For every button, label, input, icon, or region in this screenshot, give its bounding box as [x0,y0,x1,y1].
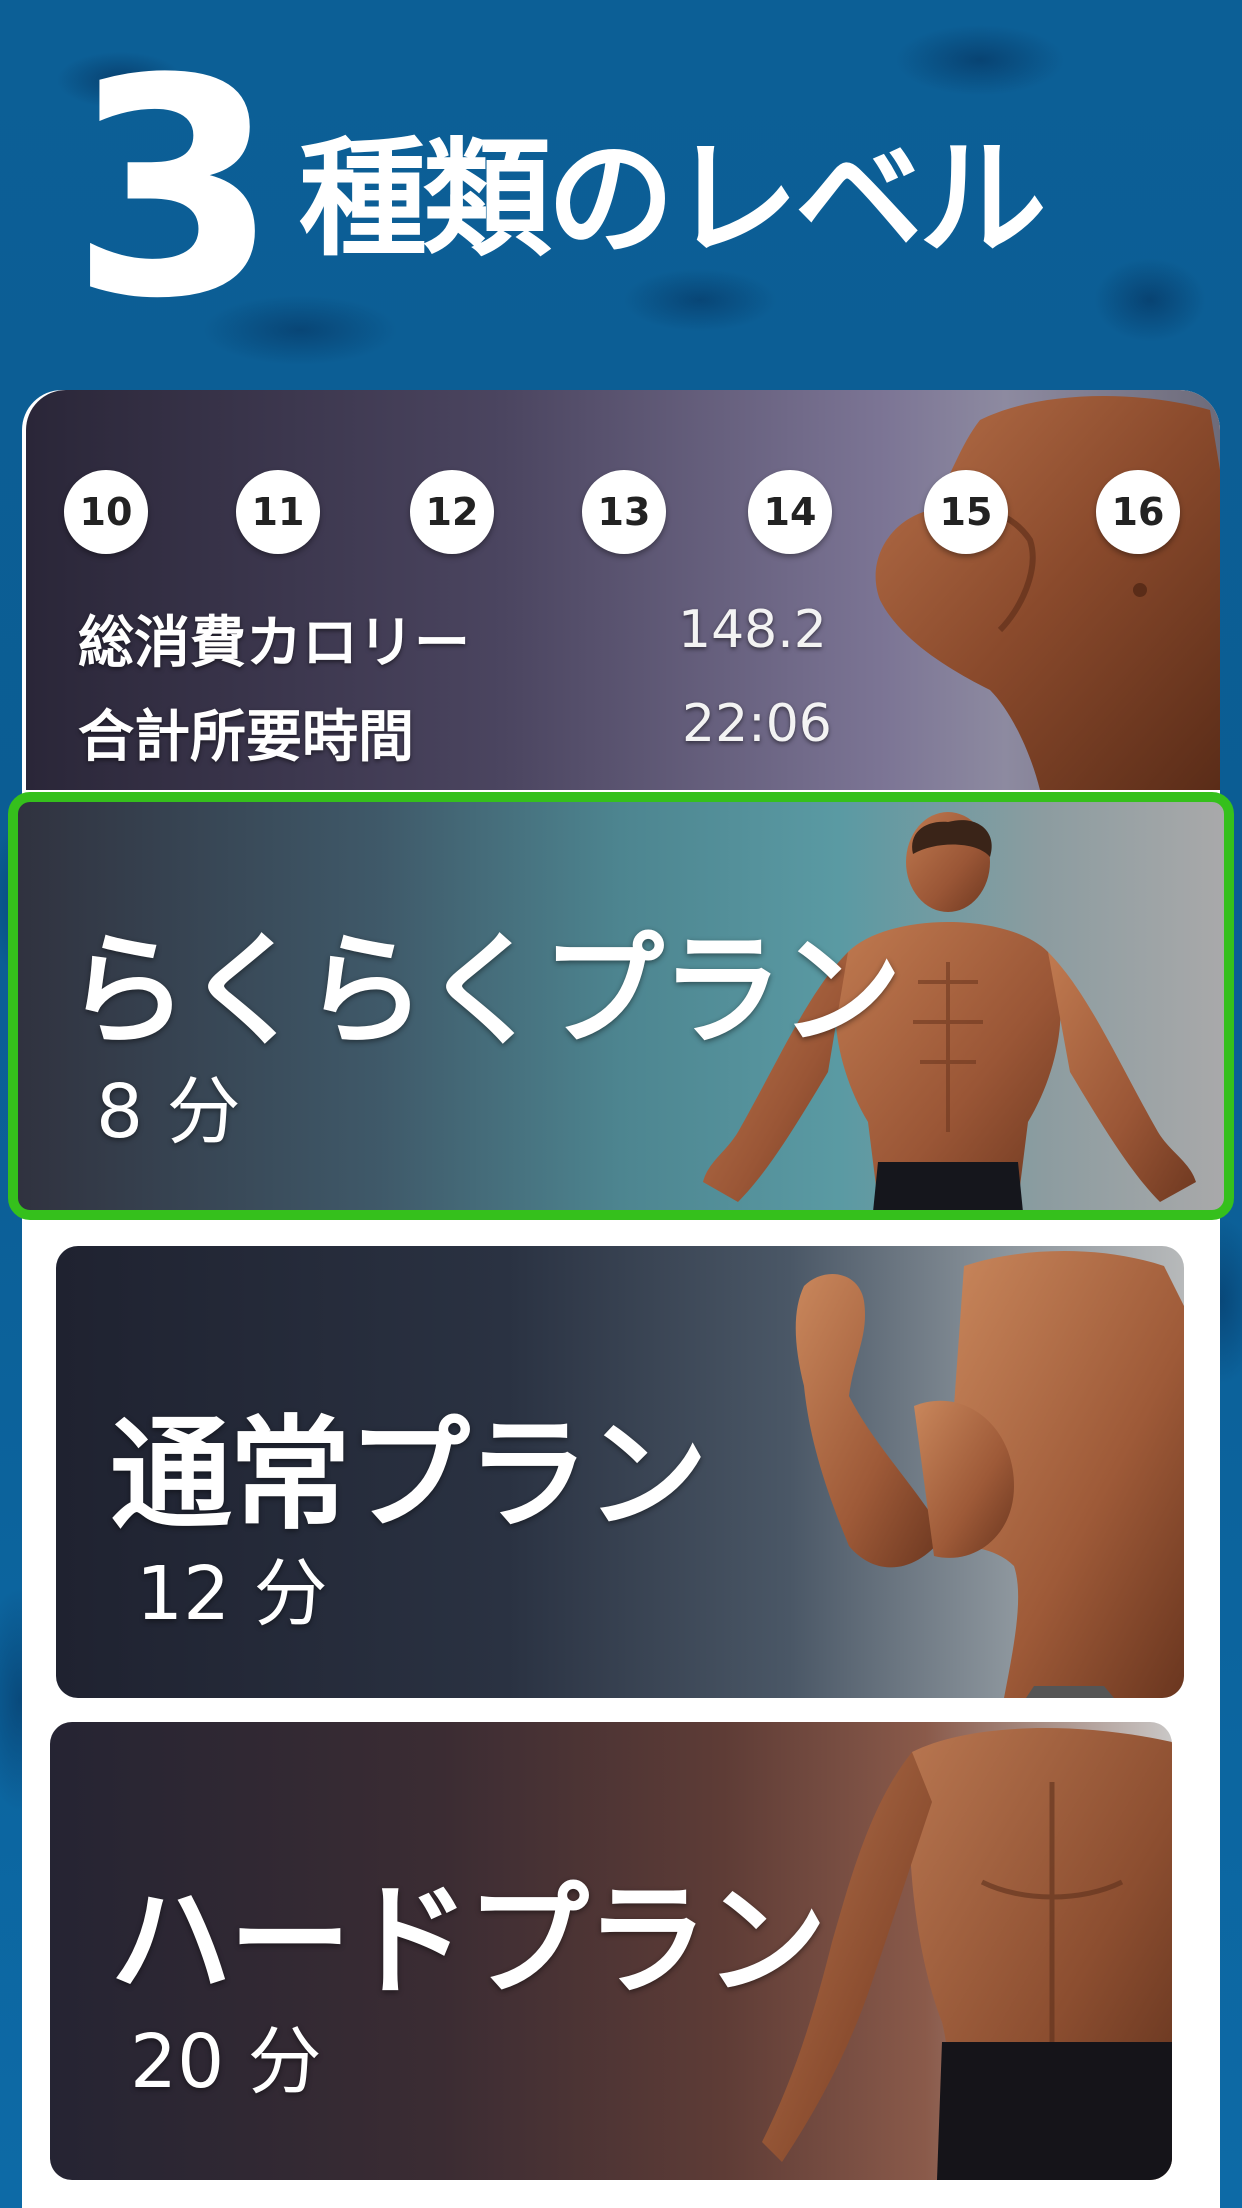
plan-duration: 12 分 [136,1551,328,1637]
plan-name: らくらくプラン [66,920,902,1062]
flexing-bicep-photo [795,1251,1184,1698]
title-text: 種類のレベル [298,125,1047,274]
plan-duration: 20 分 [130,2019,322,2105]
plan-duration: 8 分 [96,1069,241,1155]
plan-name: ハードプラン [110,1870,827,2012]
day-circle[interactable]: 16 [1096,470,1180,554]
page-title: 3 種類のレベル [70,15,1047,364]
stats-card: 10 11 12 13 14 15 16 総消費カロリー 148.2 合計所要時… [26,390,1220,790]
day-circle[interactable]: 12 [410,470,494,554]
day-circle[interactable]: 10 [64,470,148,554]
day-selector: 10 11 12 13 14 15 16 [64,470,1220,560]
plan-card-easy[interactable]: らくらくプラン 8 分 [8,792,1234,1220]
calories-label: 総消費カロリー [78,611,470,676]
day-circle[interactable]: 14 [748,470,832,554]
calories-value: 148.2 [678,600,827,660]
time-label: 合計所要時間 [78,705,414,770]
day-circle[interactable]: 13 [582,470,666,554]
time-value: 22:06 [682,694,832,754]
plan-card-hard[interactable]: ハードプラン 20 分 [50,1722,1172,2180]
day-circle[interactable]: 15 [924,470,1008,554]
title-number: 3 [70,15,279,364]
muscular-arm-photo [875,396,1220,790]
day-circle[interactable]: 11 [236,470,320,554]
plan-name: 通常プラン [110,1404,708,1546]
plan-card-normal[interactable]: 通常プラン 12 分 [56,1246,1184,1698]
